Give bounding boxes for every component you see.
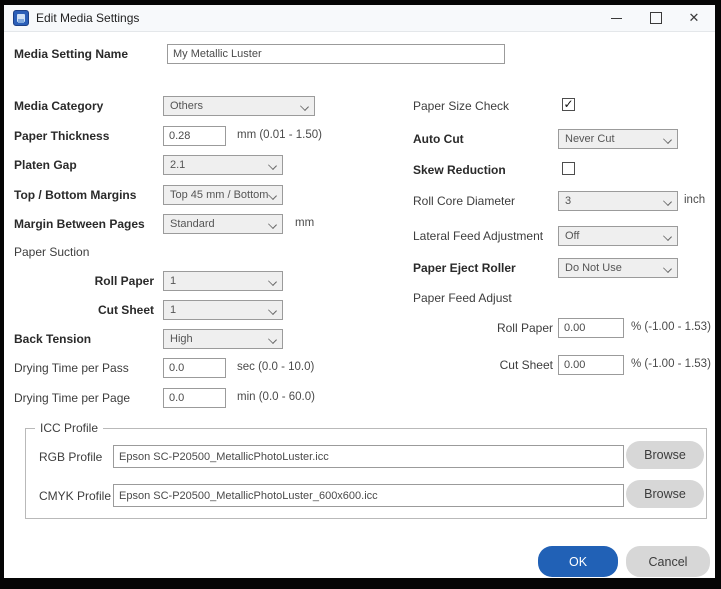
paper-eject-roller-label: Paper Eject Roller (413, 261, 516, 275)
rgb-profile-label: RGB Profile (39, 450, 103, 464)
margin-between-pages-label: Margin Between Pages (14, 217, 145, 231)
feed-cut-sheet-unit: % (-1.00 - 1.53) (631, 358, 711, 370)
cmyk-profile-label: CMYK Profile (39, 489, 112, 503)
chevron-down-icon (663, 135, 672, 144)
app-icon (13, 10, 29, 26)
suction-roll-paper-select[interactable]: 1 (163, 271, 283, 291)
platen-gap-label: Platen Gap (14, 158, 77, 172)
chevron-down-icon (663, 197, 672, 206)
chevron-down-icon (663, 232, 672, 241)
lateral-feed-adjustment-value: Off (565, 230, 580, 242)
drying-time-per-page-unit: min (0.0 - 60.0) (237, 391, 315, 403)
paper-size-check-label: Paper Size Check (413, 99, 510, 113)
rgb-browse-button[interactable]: Browse (626, 441, 704, 469)
lateral-feed-adjustment-select[interactable]: Off (558, 226, 678, 246)
roll-core-diameter-select[interactable]: 3 (558, 191, 678, 211)
chevron-down-icon (268, 277, 277, 286)
minimize-icon (610, 17, 622, 19)
top-bottom-margins-select[interactable]: Top 45 mm / Bottom (163, 185, 283, 205)
maximize-button[interactable] (639, 5, 673, 31)
platen-gap-value: 2.1 (170, 159, 186, 171)
media-setting-name-label: Media Setting Name (14, 47, 129, 61)
media-category-select[interactable]: Others (163, 96, 315, 116)
drying-time-per-page-input[interactable] (163, 388, 226, 408)
ok-button[interactable]: OK (538, 546, 618, 577)
app-icon-glyph2 (18, 19, 24, 23)
auto-cut-select[interactable]: Never Cut (558, 129, 678, 149)
auto-cut-label: Auto Cut (413, 132, 464, 146)
chevron-down-icon (300, 102, 309, 111)
roll-core-diameter-value: 3 (565, 195, 572, 207)
check-icon: ✓ (563, 96, 574, 111)
lateral-feed-adjustment-label: Lateral Feed Adjustment (413, 229, 544, 243)
paper-eject-roller-value: Do Not Use (565, 262, 622, 274)
margin-between-pages-select[interactable]: Standard (163, 214, 283, 234)
roll-core-diameter-unit: inch (684, 194, 706, 206)
platen-gap-select[interactable]: 2.1 (163, 155, 283, 175)
close-button[interactable]: ✕ (677, 5, 711, 31)
back-tension-select[interactable]: High (163, 329, 283, 349)
media-category-value: Others (170, 100, 204, 112)
drying-time-per-page-label: Drying Time per Page (14, 391, 131, 405)
back-tension-value: High (170, 333, 193, 345)
suction-roll-paper-value: 1 (170, 275, 177, 287)
feed-cut-sheet-label: Cut Sheet (499, 358, 553, 372)
paper-suction-label: Paper Suction (14, 245, 90, 259)
paper-thickness-unit: mm (0.01 - 1.50) (237, 129, 322, 141)
feed-roll-paper-unit: % (-1.00 - 1.53) (631, 321, 711, 333)
close-icon: ✕ (688, 10, 700, 25)
cancel-button[interactable]: Cancel (626, 546, 710, 577)
chevron-down-icon (663, 264, 672, 273)
window-title: Edit Media Settings (36, 11, 140, 25)
paper-thickness-label: Paper Thickness (14, 129, 110, 143)
media-setting-name-input[interactable] (167, 44, 505, 64)
title-bar: Edit Media Settings ✕ (4, 5, 715, 32)
drying-time-per-pass-label: Drying Time per Pass (14, 361, 129, 375)
feed-roll-paper-label: Roll Paper (496, 321, 553, 335)
chevron-down-icon (268, 191, 277, 200)
drying-time-per-pass-input[interactable] (163, 358, 226, 378)
icc-profile-group-label: ICC Profile (35, 421, 104, 435)
media-category-label: Media Category (14, 99, 104, 113)
chevron-down-icon (268, 161, 277, 170)
chevron-down-icon (268, 220, 277, 229)
skew-reduction-label: Skew Reduction (413, 163, 506, 177)
drying-time-per-pass-unit: sec (0.0 - 10.0) (237, 361, 315, 373)
margin-between-pages-value: Standard (170, 218, 215, 230)
rgb-profile-input[interactable] (113, 445, 624, 468)
auto-cut-value: Never Cut (565, 133, 615, 145)
back-tension-label: Back Tension (14, 332, 92, 346)
suction-cut-sheet-value: 1 (170, 304, 177, 316)
skew-reduction-checkbox[interactable] (562, 162, 575, 175)
suction-cut-sheet-label: Cut Sheet (97, 303, 154, 317)
paper-feed-adjust-label: Paper Feed Adjust (413, 291, 512, 305)
maximize-icon (650, 12, 662, 24)
margin-between-pages-unit: mm (295, 217, 315, 229)
paper-thickness-input[interactable] (163, 126, 226, 146)
suction-cut-sheet-select[interactable]: 1 (163, 300, 283, 320)
top-bottom-margins-label: Top / Bottom Margins (14, 188, 137, 202)
suction-roll-paper-label: Roll Paper (94, 274, 154, 288)
cmyk-profile-input[interactable] (113, 484, 624, 507)
paper-size-check-checkbox[interactable]: ✓ (562, 98, 575, 111)
roll-core-diameter-label: Roll Core Diameter (413, 194, 516, 208)
chevron-down-icon (268, 306, 277, 315)
top-bottom-margins-value: Top 45 mm / Bottom (170, 189, 268, 201)
edit-media-settings-dialog: Edit Media Settings ✕ Media Setting Name… (4, 5, 715, 578)
minimize-button[interactable] (599, 5, 633, 31)
feed-roll-paper-input[interactable] (558, 318, 624, 338)
icc-profile-group: ICC Profile RGB Profile Browse CMYK Prof… (25, 421, 707, 519)
feed-cut-sheet-input[interactable] (558, 355, 624, 375)
chevron-down-icon (268, 335, 277, 344)
cmyk-browse-button[interactable]: Browse (626, 480, 704, 508)
paper-eject-roller-select[interactable]: Do Not Use (558, 258, 678, 278)
